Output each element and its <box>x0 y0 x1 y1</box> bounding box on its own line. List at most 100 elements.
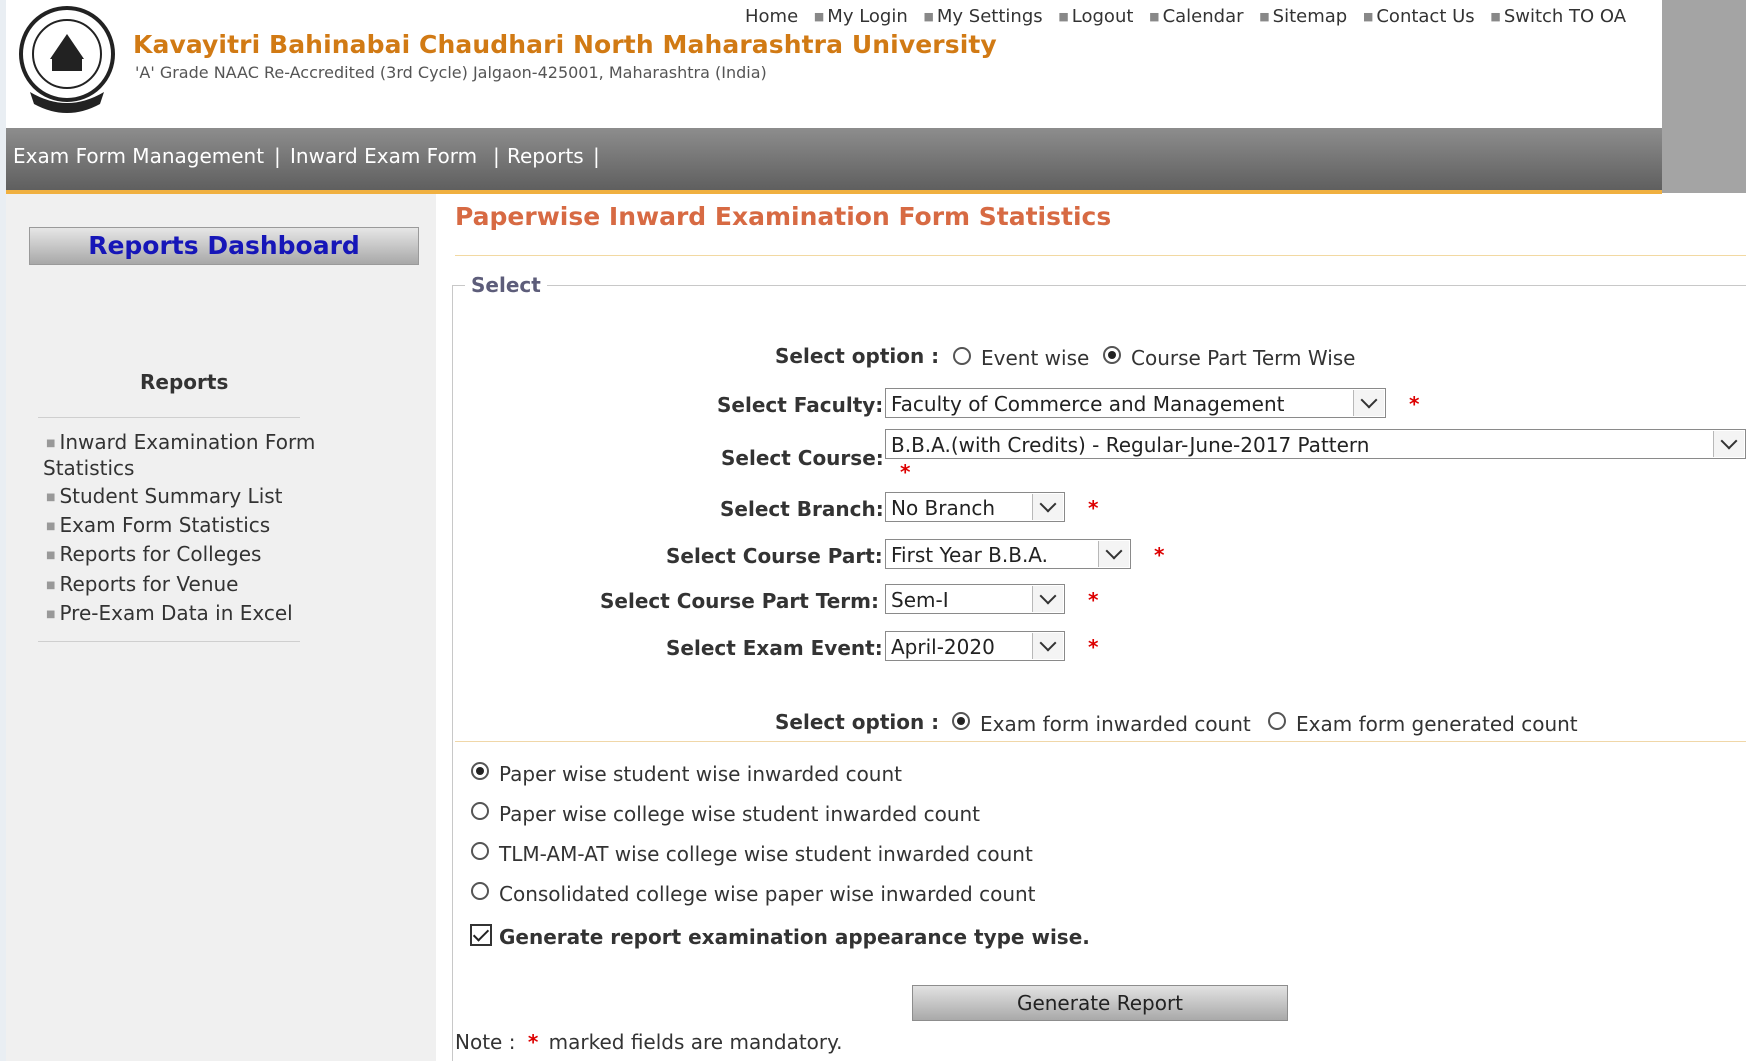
my-login-link[interactable]: My Login <box>827 6 907 27</box>
required-marker: * <box>1088 588 1099 612</box>
event-wise-radio[interactable] <box>953 347 971 365</box>
exam-form-inwarded-count-label: Exam form inwarded count <box>980 712 1251 736</box>
select-option-label: Select option : <box>775 710 940 734</box>
course-part-value: First Year B.B.A. <box>891 543 1048 567</box>
bullet-icon: ■ <box>46 550 56 561</box>
nav-exam-form-management[interactable]: Exam Form Management <box>13 144 264 168</box>
chevron-down-icon <box>1353 390 1384 416</box>
course-select[interactable]: B.B.A.(with Credits) - Regular-June-2017… <box>885 429 1746 459</box>
fieldset-border <box>452 285 1746 286</box>
branch-value: No Branch <box>891 496 996 520</box>
bullet-icon: ■ <box>1490 10 1501 23</box>
course-part-select[interactable]: First Year B.B.A. <box>885 539 1131 569</box>
options-divider <box>455 741 1746 742</box>
chevron-down-icon <box>1032 586 1063 612</box>
top-links: Home ■ My Login ■ My Settings ■ Logout ■ Cal… <box>745 6 1626 27</box>
nav-separator: | <box>593 144 600 168</box>
page-title: Paperwise Inward Examination Form Statis… <box>455 202 1112 231</box>
course-part-term-value: Sem-I <box>891 588 949 612</box>
bullet-icon: ■ <box>923 10 934 23</box>
consolidated-college-wise-label: Consolidated college wise paper wise inw… <box>499 882 1036 906</box>
course-label: Select Course: <box>721 446 884 470</box>
faculty-label: Select Faculty: <box>717 393 884 417</box>
chevron-down-icon <box>1032 633 1063 659</box>
exam-event-select[interactable]: April-2020 <box>885 631 1065 661</box>
sidebar-item-reports-for-colleges[interactable]: ■ Reports for Colleges <box>46 542 261 566</box>
sidebar <box>6 194 436 1061</box>
event-wise-label: Event wise <box>981 346 1090 370</box>
consolidated-college-wise-radio[interactable] <box>471 882 489 900</box>
appearance-type-wise-label: Generate report examination appearance t… <box>499 925 1090 949</box>
bullet-icon: ■ <box>1149 10 1160 23</box>
sidebar-item-statistics-continued[interactable]: Statistics <box>43 456 134 480</box>
exam-form-generated-count-radio[interactable] <box>1268 712 1286 730</box>
faculty-select[interactable]: Faculty of Commerce and Management <box>885 388 1386 418</box>
sidebar-item-student-summary-list[interactable]: ■ Student Summary List <box>46 484 283 508</box>
required-marker: * <box>1409 392 1420 416</box>
note-text: marked fields are mandatory. <box>548 1030 843 1054</box>
reports-section-title: Reports <box>140 370 229 394</box>
sidebar-item-pre-exam-data-in-excel[interactable]: ■ Pre-Exam Data in Excel <box>46 601 293 625</box>
exam-form-inwarded-count-radio[interactable] <box>952 712 970 730</box>
appearance-type-wise-checkbox[interactable] <box>470 924 492 946</box>
chevron-down-icon <box>1098 541 1129 567</box>
required-marker: * <box>900 460 911 484</box>
my-settings-link[interactable]: My Settings <box>937 6 1043 27</box>
university-logo <box>10 4 124 114</box>
home-link[interactable]: Home <box>745 6 798 27</box>
nav-reports[interactable]: Reports <box>507 144 584 168</box>
reports-dashboard-title: Reports Dashboard <box>29 227 419 265</box>
required-marker: * <box>1088 496 1099 520</box>
branch-label: Select Branch: <box>720 497 884 521</box>
sidebar-divider <box>38 417 300 418</box>
logout-link[interactable]: Logout <box>1072 6 1134 27</box>
bullet-icon: ■ <box>46 492 56 503</box>
course-part-term-wise-label: Course Part Term Wise <box>1131 346 1356 370</box>
tlm-am-at-wise-label: TLM-AM-AT wise college wise student inwa… <box>499 842 1033 866</box>
bullet-icon: ■ <box>46 609 56 620</box>
mandatory-note: Note : * marked fields are mandatory. <box>455 1030 842 1054</box>
course-part-term-label: Select Course Part Term: <box>600 589 879 613</box>
chevron-down-icon <box>1032 494 1063 520</box>
branch-select[interactable]: No Branch <box>885 492 1065 522</box>
paper-wise-college-wise-radio[interactable] <box>471 802 489 820</box>
course-value: B.B.A.(with Credits) - Regular-June-2017… <box>891 433 1370 457</box>
bullet-icon: ■ <box>46 580 56 591</box>
chevron-down-icon <box>1713 431 1744 457</box>
university-subtitle: 'A' Grade NAAC Re-Accredited (3rd Cycle)… <box>135 63 767 82</box>
required-marker: * <box>1088 635 1099 659</box>
calendar-link[interactable]: Calendar <box>1163 6 1244 27</box>
sitemap-link[interactable]: Sitemap <box>1273 6 1348 27</box>
nav-inward-exam-form[interactable]: Inward Exam Form <box>290 144 477 168</box>
sidebar-item-inward-examination-form-statistics[interactable]: ■ Inward Examination Form <box>46 430 315 454</box>
bullet-icon: ■ <box>813 10 825 23</box>
contact-us-link[interactable]: Contact Us <box>1376 6 1474 27</box>
paper-wise-student-wise-label: Paper wise student wise inwarded count <box>499 762 902 786</box>
paper-wise-student-wise-radio[interactable] <box>471 762 489 780</box>
main-nav-bar: Exam Form Management | Inward Exam Form … <box>6 128 1662 194</box>
sidebar-item-exam-form-statistics[interactable]: ■ Exam Form Statistics <box>46 513 270 537</box>
required-marker: * <box>1154 543 1165 567</box>
bullet-icon: ■ <box>1362 10 1374 23</box>
nav-separator: | <box>274 144 281 168</box>
course-part-term-select[interactable]: Sem-I <box>885 584 1065 614</box>
faculty-value: Faculty of Commerce and Management <box>891 392 1285 416</box>
exam-form-generated-count-label: Exam form generated count <box>1296 712 1578 736</box>
note-prefix: Note : <box>455 1030 516 1054</box>
exam-event-value: April-2020 <box>891 635 995 659</box>
sidebar-divider <box>38 641 300 642</box>
university-name: Kavayitri Bahinabai Chaudhari North Maha… <box>133 30 997 59</box>
generate-report-button[interactable]: Generate Report <box>912 985 1288 1021</box>
bullet-icon: ■ <box>1259 10 1270 23</box>
course-part-term-wise-radio[interactable] <box>1103 346 1121 364</box>
required-marker: * <box>527 1030 539 1054</box>
switch-to-oa-link[interactable]: Switch TO OA <box>1504 6 1626 27</box>
tlm-am-at-wise-radio[interactable] <box>471 842 489 860</box>
bullet-icon: ■ <box>1058 10 1069 23</box>
paper-wise-college-wise-label: Paper wise college wise student inwarded… <box>499 802 981 826</box>
select-option-label: Select option : <box>775 344 940 368</box>
header-side-panel <box>1662 0 1746 193</box>
bullet-icon: ■ <box>46 521 56 532</box>
fieldset-legend: Select <box>465 273 547 297</box>
sidebar-item-reports-for-venue[interactable]: ■ Reports for Venue <box>46 572 238 596</box>
